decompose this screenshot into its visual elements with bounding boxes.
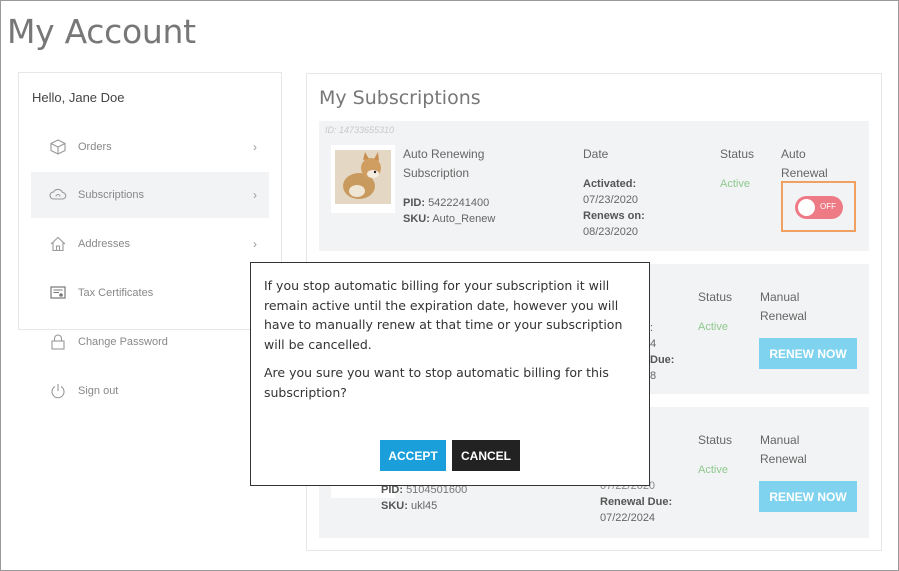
status-header: Status xyxy=(720,147,755,161)
sidebar-item-label: Tax Certificates xyxy=(78,287,154,299)
sidebar-item-label: Addresses xyxy=(78,238,130,250)
renewal-due-date: 07/22/2024 xyxy=(600,512,656,524)
renewal-header-line1: Auto xyxy=(781,147,806,161)
sidebar-item-subscriptions[interactable]: Subscriptions › xyxy=(31,172,269,218)
product-thumbnail xyxy=(331,145,395,213)
sidebar-item-addresses[interactable]: Addresses › xyxy=(31,221,269,267)
status-header: Status xyxy=(698,290,733,304)
chevron-right-icon: › xyxy=(253,188,257,202)
sidebar-item-sign-out[interactable]: Sign out xyxy=(31,368,269,414)
activated-label: Activated: xyxy=(583,178,637,190)
status-badge: Active xyxy=(720,178,750,190)
accept-button[interactable]: ACCEPT xyxy=(380,440,446,471)
sku-label: SKU: xyxy=(381,500,408,512)
renewal-header-line1: Manual xyxy=(760,433,800,447)
subscription-name-line2: Subscription xyxy=(403,166,470,180)
renews-date: 08/23/2020 xyxy=(583,226,639,238)
sidebar-item-change-password[interactable]: Change Password xyxy=(31,319,269,365)
toggle-label: OFF xyxy=(820,202,836,211)
sku-value: ukl45 xyxy=(410,500,438,512)
date-header: Date xyxy=(583,147,609,161)
dialog-message: If you stop automatic billing for your s… xyxy=(264,278,623,352)
lock-icon xyxy=(49,333,67,351)
home-icon xyxy=(49,235,67,253)
sku-value: Auto_Renew xyxy=(432,213,496,225)
power-icon xyxy=(49,382,67,400)
subscription-id: ID: 14733655310 xyxy=(325,125,395,135)
renewal-header-line1: Manual xyxy=(760,290,800,304)
status-badge: Active xyxy=(698,321,728,333)
activated-date: 07/23/2020 xyxy=(583,194,639,206)
confirm-dialog: If you stop automatic billing for your s… xyxy=(250,262,650,486)
dog-photo xyxy=(335,150,391,204)
partial-renewal-label: Due: xyxy=(650,354,675,366)
subscription-name-line1: Auto Renewing xyxy=(403,147,485,161)
partial-renewal-value: 8 xyxy=(650,370,657,382)
sidebar-item-orders[interactable]: Orders › xyxy=(31,124,269,170)
sku-label: SKU: xyxy=(403,213,430,225)
sidebar-item-label: Change Password xyxy=(78,336,168,348)
box-icon xyxy=(49,138,67,156)
sidebar-item-label: Sign out xyxy=(78,385,119,397)
page-title: My Account xyxy=(7,12,196,51)
dialog-question: Are you sure you want to stop automatic … xyxy=(264,365,609,400)
partial-date-label: : xyxy=(650,322,654,334)
renews-label: Renews on: xyxy=(583,210,645,222)
renew-now-button[interactable]: RENEW NOW xyxy=(759,338,857,369)
certificate-icon xyxy=(49,284,67,302)
chevron-right-icon: › xyxy=(253,140,257,154)
pid-label: PID: xyxy=(403,197,425,209)
greeting: Hello, Jane Doe xyxy=(32,90,125,105)
renewal-header-line2: Renewal xyxy=(760,452,807,466)
sidebar-item-label: Subscriptions xyxy=(78,189,145,201)
pid-value: 5422241400 xyxy=(428,197,490,209)
section-title: My Subscriptions xyxy=(319,87,481,109)
renewal-due-label: Renewal Due: xyxy=(600,496,673,508)
status-header: Status xyxy=(698,433,733,447)
renewal-header-line2: Renewal xyxy=(760,309,807,323)
chevron-right-icon: › xyxy=(253,237,257,251)
partial-date-value: 4 xyxy=(650,338,657,350)
cloud-sync-icon xyxy=(49,186,67,204)
auto-renewal-toggle[interactable]: OFF xyxy=(795,196,843,219)
cancel-button[interactable]: CANCEL xyxy=(452,440,520,471)
toggle-knob xyxy=(798,199,815,216)
sidebar-item-label: Orders xyxy=(78,141,112,153)
renew-now-button[interactable]: RENEW NOW xyxy=(759,481,857,512)
sidebar-item-tax-certificates[interactable]: Tax Certificates xyxy=(31,270,269,316)
status-badge: Active xyxy=(698,464,728,476)
